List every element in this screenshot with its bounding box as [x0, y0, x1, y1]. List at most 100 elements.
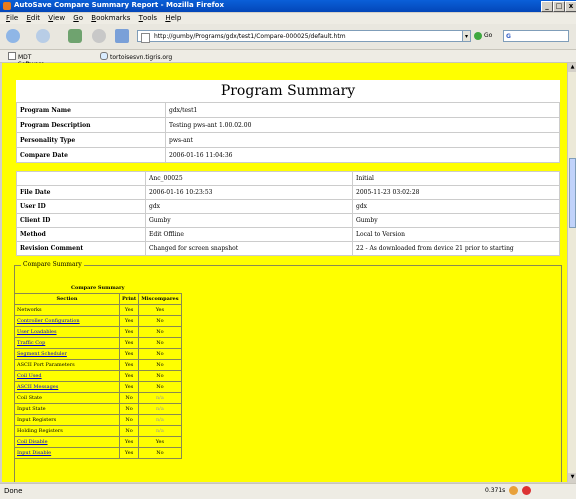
- print-cell: No: [118, 403, 140, 415]
- compare-details-table: Anc_00025 Initial File Date 2006-01-16 10:…: [16, 171, 560, 256]
- table-row: Input State No n/a: [14, 403, 182, 415]
- page-icon: [141, 33, 150, 43]
- bookmark-page-icon: [8, 52, 16, 60]
- table-row: Segment Scheduler Yes No: [14, 348, 182, 360]
- table-row: Coil State No n/a: [14, 392, 182, 404]
- section-label: Holding Registers: [17, 428, 63, 434]
- adblock-icon[interactable]: [522, 486, 532, 495]
- print-cell: Yes: [118, 359, 140, 371]
- table-row: Networks Yes Yes: [14, 304, 182, 316]
- miscompares-cell: Yes: [138, 436, 182, 448]
- miscompares-cell: n/a: [138, 414, 182, 426]
- table-header-row: Anc_00025 Initial: [16, 171, 560, 186]
- stop-icon[interactable]: [92, 29, 106, 43]
- url-dropdown-icon[interactable]: ▾: [462, 30, 471, 42]
- print-cell: No: [118, 425, 140, 437]
- forward-icon[interactable]: [36, 29, 50, 43]
- compare-summary-caption: Compare Summary: [71, 285, 125, 291]
- status-bar: Done 0.371s: [0, 483, 576, 499]
- scroll-down-icon[interactable]: ▼: [568, 473, 576, 482]
- navigation-toolbar: http://gumby/Programs/gdx/test1/Compare-…: [0, 24, 576, 50]
- miscompares-cell: No: [138, 348, 182, 360]
- menu-edit[interactable]: Edit: [26, 14, 40, 22]
- table-row: ASCII Port Parameters Yes No: [14, 359, 182, 371]
- miscompares-cell: No: [138, 359, 182, 371]
- program-summary-table: Program Summary Program Name gdx/test1 Pr…: [16, 80, 560, 163]
- table-row: Coil Used Yes No: [14, 370, 182, 382]
- firefox-icon: [3, 2, 11, 10]
- window-titlebar: AutoSave Compare Summary Report - Mozill…: [0, 0, 576, 12]
- section-link[interactable]: Controller Configuration: [17, 318, 80, 324]
- bookmark-mdt[interactable]: MDT Software Intern...: [8, 52, 44, 75]
- reload-icon[interactable]: [68, 29, 82, 43]
- tortoise-icon: [100, 52, 108, 60]
- menu-tools[interactable]: Tools: [139, 14, 157, 22]
- section-link[interactable]: Traffic Cop: [17, 340, 45, 346]
- window-title: AutoSave Compare Summary Report - Mozill…: [14, 1, 224, 9]
- url-field[interactable]: http://gumby/Programs/gdx/test1/Compare-…: [137, 30, 463, 43]
- miscompares-cell: No: [138, 326, 182, 338]
- print-cell: Yes: [118, 447, 140, 459]
- table-row: Compare Date 2006-01-16 11:04:36: [16, 147, 560, 163]
- print-cell: Yes: [118, 337, 140, 349]
- miscompares-cell: No: [138, 370, 182, 382]
- menu-view[interactable]: View: [48, 14, 65, 22]
- table-row: Method Edit Offline Local to Version: [16, 227, 560, 242]
- extension-icon[interactable]: [509, 486, 519, 495]
- table-row: Coil Disable Yes Yes: [14, 436, 182, 448]
- google-icon: G: [506, 33, 511, 40]
- search-input[interactable]: G: [503, 30, 569, 42]
- back-icon[interactable]: [6, 29, 20, 43]
- miscompares-cell: n/a: [138, 403, 182, 415]
- maximize-button[interactable]: □: [553, 1, 565, 12]
- print-cell: Yes: [118, 436, 140, 448]
- menu-go[interactable]: Go: [73, 14, 83, 22]
- section-label: Networks: [17, 307, 42, 313]
- status-text: Done: [4, 487, 23, 495]
- miscompares-cell: n/a: [138, 425, 182, 437]
- go-button[interactable]: Go: [474, 30, 500, 42]
- section-label: Coil State: [17, 395, 43, 401]
- print-cell: Yes: [118, 315, 140, 327]
- miscompares-cell: No: [138, 315, 182, 327]
- print-cell: Yes: [118, 326, 140, 338]
- table-row: ASCII Messages Yes No: [14, 381, 182, 393]
- menu-help[interactable]: Help: [165, 14, 181, 22]
- section-link[interactable]: Input Disable: [17, 450, 51, 456]
- menu-bar: File Edit View Go Bookmarks Tools Help: [0, 13, 576, 24]
- menu-file[interactable]: File: [6, 14, 18, 22]
- section-label: ASCII Port Parameters: [17, 362, 75, 368]
- url-text: http://gumby/Programs/gdx/test1/Compare-…: [154, 33, 346, 40]
- home-icon[interactable]: [115, 29, 129, 43]
- miscompares-cell: Yes: [138, 304, 182, 316]
- table-row: User ID gdx gdx: [16, 199, 560, 214]
- minimize-button[interactable]: _: [541, 1, 553, 12]
- scrollbar-thumb[interactable]: [569, 158, 576, 228]
- bookmark-tortoisesvn[interactable]: tortoisesvn.tigris.org: [100, 52, 172, 61]
- table-row: Personality Type pws-ant: [16, 132, 560, 148]
- menu-bookmarks[interactable]: Bookmarks: [91, 14, 130, 22]
- go-icon: [474, 31, 482, 40]
- table-row: Program Name gdx/test1: [16, 102, 560, 118]
- miscompares-cell: No: [138, 337, 182, 349]
- section-link[interactable]: Coil Disable: [17, 439, 48, 445]
- section-link[interactable]: User Loadables: [17, 329, 57, 335]
- print-cell: Yes: [118, 304, 140, 316]
- print-cell: No: [118, 392, 140, 404]
- section-label: Input State: [17, 406, 46, 412]
- table-row: Holding Registers No n/a: [14, 425, 182, 437]
- compare-summary-table: Compare Summary Section Print Miscompare…: [14, 283, 182, 459]
- close-button[interactable]: x: [565, 1, 576, 12]
- table-row: File Date 2006-01-16 10:23:53 2005-11-23 0…: [16, 185, 560, 200]
- vertical-scrollbar[interactable]: ▲ ▼: [567, 63, 576, 482]
- program-summary-title: Program Summary: [220, 83, 356, 99]
- print-cell: Yes: [118, 348, 140, 360]
- section-link[interactable]: Coil Used: [17, 373, 42, 379]
- miscompares-cell: No: [138, 381, 182, 393]
- scroll-up-icon[interactable]: ▲: [568, 63, 576, 72]
- page-content: Program Summary Program Name gdx/test1 Pr…: [2, 63, 567, 482]
- table-row: Input Disable Yes No: [14, 447, 182, 459]
- section-link[interactable]: ASCII Messages: [17, 384, 58, 390]
- print-cell: Yes: [118, 381, 140, 393]
- section-link[interactable]: Segment Scheduler: [17, 351, 67, 357]
